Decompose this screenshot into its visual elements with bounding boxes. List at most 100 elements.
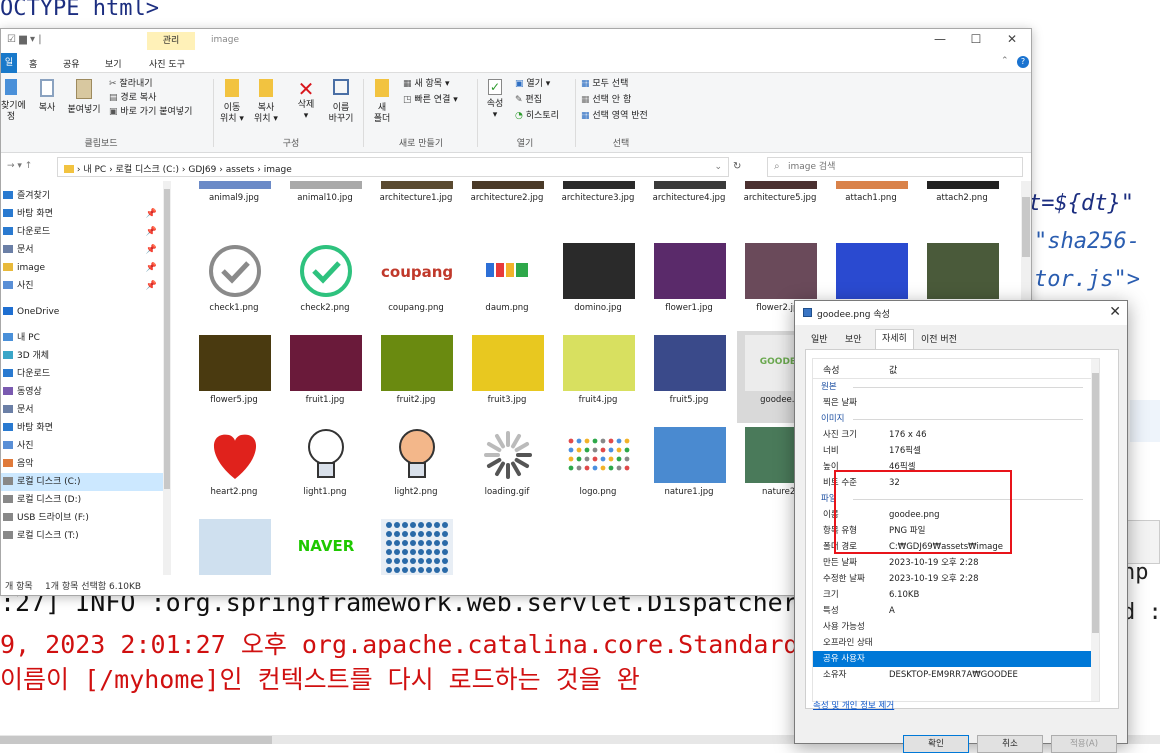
- sidebar-item[interactable]: OneDrive: [1, 303, 163, 321]
- sidebar-item[interactable]: 내 PC: [1, 329, 163, 347]
- open-button[interactable]: ▣ 열기 ▾: [515, 79, 550, 90]
- new-item-button[interactable]: ▦ 새 항목 ▾: [403, 79, 449, 90]
- select-all-button[interactable]: ▦ 모두 선택: [581, 79, 628, 90]
- breadcrumb-item[interactable]: assets: [226, 165, 255, 175]
- address-path-box[interactable]: › 내 PC › 로컬 디스크 (C:) › GDJ69 › assets › …: [57, 157, 729, 177]
- pin-icon[interactable]: 📌: [146, 259, 157, 277]
- console-toolbar[interactable]: [1125, 520, 1160, 564]
- property-row[interactable]: 특성 A: [813, 603, 1099, 619]
- file-tile[interactable]: heart2.png: [191, 423, 277, 515]
- new-folder-button[interactable]: 새 폴더: [369, 79, 395, 125]
- property-row[interactable]: 만든 날짜 2023-10-19 오후 2:28: [813, 555, 1099, 571]
- maximize-button[interactable]: ☐: [959, 32, 993, 46]
- file-tile[interactable]: flower5.jpg: [191, 331, 277, 423]
- sidebar-item[interactable]: 로컬 디스크 (D:): [1, 491, 163, 509]
- select-none-button[interactable]: ▦ 선택 안 함: [581, 95, 631, 106]
- pin-icon[interactable]: 📌: [146, 277, 157, 295]
- quick-access-toolbar[interactable]: ☑ ▆ ▾ |: [7, 34, 42, 45]
- file-tile[interactable]: fruit4.jpg: [555, 331, 641, 423]
- file-tile[interactable]: loading.gif: [464, 423, 550, 515]
- sidebar-item[interactable]: 사진 📌: [1, 277, 163, 295]
- file-tile[interactable]: light1.png: [282, 423, 368, 515]
- sidebar-item[interactable]: image 📌: [1, 259, 163, 277]
- file-tile[interactable]: light2.png: [373, 423, 459, 515]
- file-tile[interactable]: check1.png: [191, 239, 277, 331]
- breadcrumb-item[interactable]: 로컬 디스크 (C:): [116, 165, 179, 175]
- sidebar-item[interactable]: 바탕 화면 📌: [1, 205, 163, 223]
- horizontal-scrollbar-thumb[interactable]: [0, 736, 272, 744]
- file-tile[interactable]: fruit1.jpg: [282, 331, 368, 423]
- breadcrumb-item[interactable]: image: [264, 165, 292, 175]
- pin-icon[interactable]: 📌: [146, 223, 157, 241]
- paste-button[interactable]: 붙여넣기: [63, 79, 105, 116]
- sidebar-item[interactable]: 문서: [1, 401, 163, 419]
- invert-selection-button[interactable]: ▦ 선택 영역 반전: [581, 111, 648, 122]
- easy-access-button[interactable]: ◳ 빠른 연결 ▾: [403, 95, 458, 106]
- pin-icon[interactable]: 📌: [146, 205, 157, 223]
- sidebar-item[interactable]: 다운로드: [1, 365, 163, 383]
- move-to-button[interactable]: 이동 위치 ▾: [217, 79, 247, 125]
- property-row[interactable]: 오프라인 상태: [813, 635, 1099, 651]
- tab-file[interactable]: 일: [1, 53, 17, 73]
- file-tile[interactable]: fruit2.jpg: [373, 331, 459, 423]
- delete-button[interactable]: ✕ 삭제 ▾: [291, 79, 321, 122]
- property-row[interactable]: 찍은 날짜: [813, 395, 1099, 411]
- tab-share[interactable]: 공유: [63, 57, 80, 70]
- sidebar-item[interactable]: 사진: [1, 437, 163, 455]
- copy-to-button[interactable]: 복사 위치 ▾: [251, 79, 281, 125]
- tab-home[interactable]: 홈: [29, 57, 37, 70]
- breadcrumb[interactable]: › 내 PC › 로컬 디스크 (C:) › GDJ69 › assets › …: [64, 162, 292, 175]
- file-tile[interactable]: logo.png: [555, 423, 641, 515]
- paste-shortcut-button[interactable]: ▣ 바로 가기 붙여넣기: [109, 107, 192, 118]
- file-tile[interactable]: NAVERnaver.png: [282, 515, 368, 575]
- sidebar-item[interactable]: 동영상: [1, 383, 163, 401]
- copy-path-button[interactable]: ▤ 경로 복사: [109, 93, 156, 104]
- close-button[interactable]: ✕: [995, 32, 1029, 46]
- copy-button[interactable]: 복사: [33, 79, 61, 114]
- history-button[interactable]: ◔ 히스토리: [515, 111, 559, 122]
- column-value[interactable]: 값: [889, 363, 897, 376]
- sidebar-item[interactable]: 로컬 디스크 (C:): [1, 473, 163, 491]
- cancel-button[interactable]: 취소: [977, 735, 1043, 753]
- back-forward-up-icons[interactable]: → ▾ ↑: [7, 161, 32, 171]
- file-tile[interactable]: check2.png: [282, 239, 368, 331]
- tab-view[interactable]: 보기: [105, 57, 122, 70]
- tab-general[interactable]: 일반: [805, 331, 834, 349]
- sidebar-item[interactable]: 바탕 화면: [1, 419, 163, 437]
- property-row[interactable]: 사용 가능성: [813, 619, 1099, 635]
- property-scrollbar-thumb[interactable]: [1092, 373, 1099, 633]
- sidebar-item[interactable]: 문서 📌: [1, 241, 163, 259]
- file-tile[interactable]: nature5.jpg: [191, 515, 277, 575]
- breadcrumb-item[interactable]: 내 PC: [83, 165, 106, 175]
- property-row[interactable]: 너비 176픽셀: [813, 443, 1099, 459]
- file-tile[interactable]: domino.jpg: [555, 239, 641, 331]
- pin-quick-access-button[interactable]: 찾기에 정: [1, 79, 26, 123]
- apply-button[interactable]: 적용(A): [1051, 735, 1117, 753]
- file-tile[interactable]: daum.png: [464, 239, 550, 331]
- chevron-up-icon[interactable]: ⌃: [1001, 56, 1009, 66]
- file-tile[interactable]: flower1.jpg: [646, 239, 732, 331]
- tab-picture-tools[interactable]: 사진 도구: [149, 57, 185, 70]
- file-tile[interactable]: fruit3.jpg: [464, 331, 550, 423]
- sidebar-item[interactable]: 음악: [1, 455, 163, 473]
- tab-previous-versions[interactable]: 이전 버전: [915, 331, 963, 349]
- help-icon[interactable]: ?: [1017, 56, 1029, 68]
- properties-button[interactable]: ✓ 속성 ▾: [483, 79, 507, 121]
- chevron-down-icon[interactable]: ⌄: [714, 162, 722, 172]
- sidebar-item[interactable]: 로컬 디스크 (T:): [1, 527, 163, 545]
- sidebar-item[interactable]: USB 드라이브 (F:): [1, 509, 163, 527]
- minimize-button[interactable]: —: [923, 32, 957, 46]
- property-row[interactable]: 소유자 DESKTOP-EM9RR7A₩GOODEE: [813, 667, 1099, 683]
- tab-security[interactable]: 보안: [839, 331, 868, 349]
- ok-button[interactable]: 확인: [903, 735, 969, 753]
- file-tile[interactable]: coupang coupang.png: [373, 239, 459, 331]
- pin-icon[interactable]: 📌: [146, 241, 157, 259]
- sidebar-item[interactable]: 즐겨찾기: [1, 187, 163, 205]
- close-icon[interactable]: ✕: [1109, 304, 1121, 320]
- refresh-icon[interactable]: ↻: [733, 161, 741, 172]
- property-row[interactable]: 수정한 날짜 2023-10-19 오후 2:28: [813, 571, 1099, 587]
- column-property[interactable]: 속성: [823, 363, 840, 376]
- edit-button[interactable]: ✎ 편집: [515, 95, 542, 106]
- tab-manage[interactable]: 관리: [147, 32, 195, 50]
- sidebar-item[interactable]: 다운로드 📌: [1, 223, 163, 241]
